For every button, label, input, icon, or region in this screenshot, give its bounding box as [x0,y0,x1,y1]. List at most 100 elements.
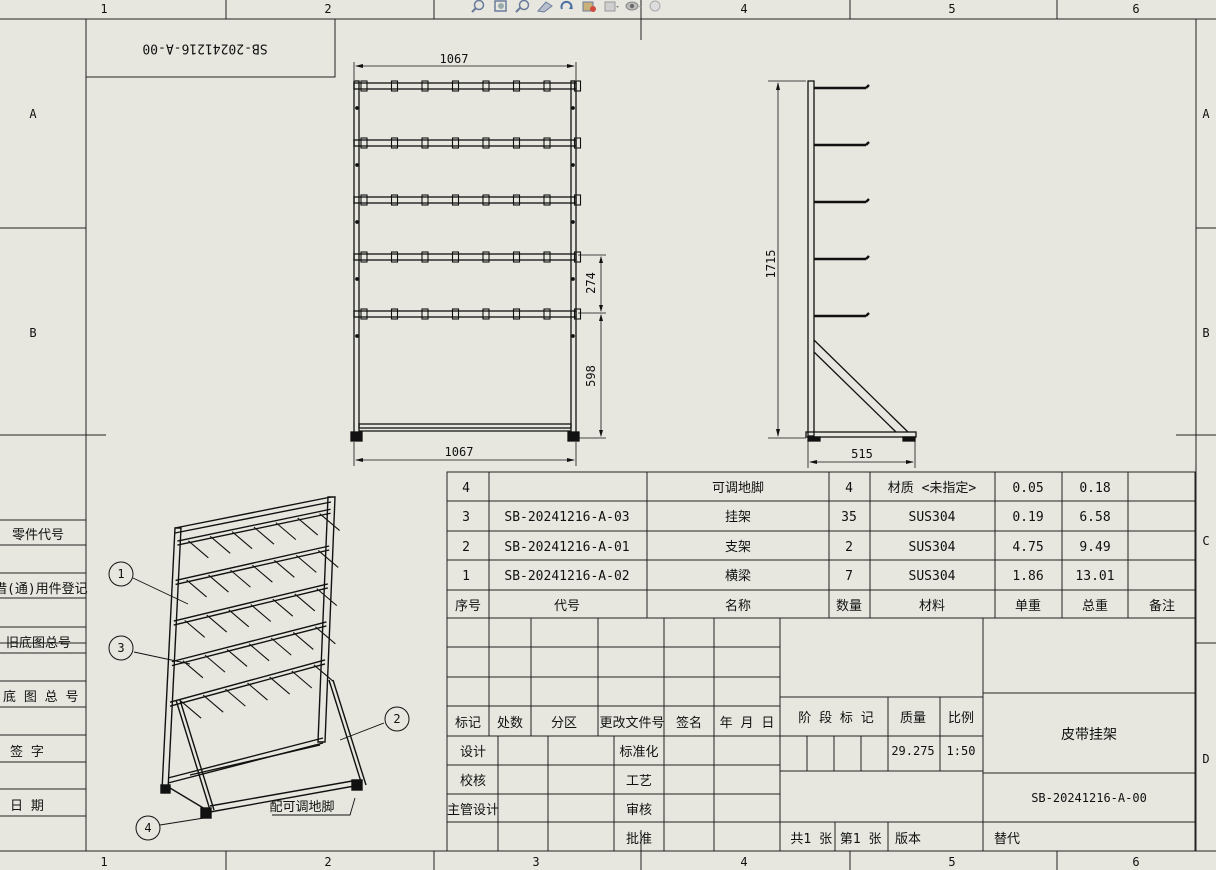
appearance-icon[interactable] [646,0,664,13]
iso-crossbeam [169,659,335,719]
row-label: C [1202,534,1209,548]
label-sign: 签 字 [10,744,44,760]
left-strip [0,519,86,817]
tb-zone: 分区 [551,716,577,731]
section-view-icon[interactable] [536,0,554,13]
balloon-3: 3 [117,641,124,655]
bom-unit-weight: 0.19 [1012,510,1043,525]
column-label: 5 [948,2,955,16]
previous-view-icon[interactable] [514,0,532,13]
tb-review: 审核 [626,803,652,818]
border-zone-labels: 1 2 4 5 6 1 2 3 4 5 6 A B A B C D [29,2,1210,869]
label-part-code: 零件代号 [12,528,64,543]
tb-change-no: 更改文件号 [599,716,664,731]
tb-sheets: 共1 张 第1 张 [790,832,881,847]
tb-version: 版本 [895,832,921,847]
label-base: 底 图 总 号 [3,689,78,705]
column-label: 6 [1132,2,1139,16]
front-view [350,62,606,466]
tb-chief-design: 主管设计 [447,803,499,818]
bom-header-unit-weight: 单重 [1015,598,1041,614]
balloon-4: 4 [144,821,151,835]
tb-mark: 标记 [455,716,481,731]
iso-crossbeam [175,545,339,598]
zoom-area-icon[interactable] [492,0,510,13]
tb-count: 处数 [497,716,523,731]
bom-seq: 3 [462,510,470,525]
bom-header-total-weight: 总重 [1082,598,1108,614]
bom-unit-weight: 0.05 [1012,481,1043,496]
bom-unit-weight: 4.75 [1012,540,1043,555]
row-label: B [29,326,36,340]
mirrored-drawing-number: SB-20241216-A-00 [142,41,267,56]
column-label: 5 [948,855,955,869]
view-toolbar [470,0,664,14]
rotate-icon[interactable] [558,0,576,13]
dim-width-top: 1067 [440,52,469,66]
bom-material: 材质 <未指定> [888,481,977,496]
column-label: 4 [740,2,747,16]
bom-header-qty: 数量 [836,599,862,614]
bom-header-seq: 序号 [455,599,481,614]
tb-stage-mark: 阶 段 标 记 [798,711,873,726]
tb-scale-label: 比例 [948,711,974,726]
front-crossbeam [353,308,582,338]
display-style-icon[interactable] [580,0,598,13]
front-crossbeam [353,251,582,281]
tb-check: 校核 [460,773,486,789]
tb-design: 设计 [460,745,486,760]
balloon-1: 1 [117,567,124,581]
tb-signature: 签名 [676,715,702,731]
bom-material: SUS304 [909,510,956,525]
bom-total-weight: 6.58 [1079,510,1110,525]
tb-date: 年 月 日 [720,716,775,731]
hide-show-icon[interactable] [624,0,642,13]
column-label: 2 [324,855,331,869]
zoom-fit-icon[interactable] [470,0,488,13]
bom-code: SB-20241216-A-03 [504,510,629,525]
column-label: 1 [100,2,107,16]
bom-seq: 2 [462,540,470,555]
drawing-sheet: 1 2 4 5 6 1 2 3 4 5 6 A B A B C D SB-202… [0,0,1216,870]
bom-total-weight: 9.49 [1079,540,1110,555]
tb-approve: 批准 [626,832,652,847]
column-label: 6 [1132,855,1139,869]
dim-height: 1715 [764,250,778,279]
column-label: 4 [740,855,747,869]
bom-unit-weight: 1.86 [1012,569,1043,584]
bom-qty: 4 [845,481,853,496]
tb-scale: 1:50 [947,744,976,758]
tb-process: 工艺 [626,774,652,789]
tb-replace: 替代 [994,832,1020,847]
bom-name: 横梁 [725,569,751,584]
balloon-2: 2 [393,712,400,726]
isometric-view [108,496,410,841]
front-crossbeam [353,80,582,110]
bom-total-weight: 0.18 [1079,481,1110,496]
tb-mass-label: 质量 [900,711,926,726]
tb-drawing-no: SB-20241216-A-00 [1031,791,1147,805]
bom-qty: 2 [845,540,853,555]
bom-material: SUS304 [909,540,956,555]
bom-name: 支架 [725,540,751,555]
tb-mass: 29.275 [891,744,934,758]
bom-code: SB-20241216-A-01 [504,540,629,555]
bom-header-name: 名称 [725,598,751,614]
bom-name: 挂架 [725,510,751,525]
bom-name: 可调地脚 [712,480,764,496]
view-orientation-icon[interactable] [602,0,620,13]
iso-note: 配可调地脚 [269,799,334,815]
column-label: 3 [532,855,539,869]
bom-seq: 1 [462,569,470,584]
row-label: A [1202,107,1210,121]
bom-qty: 7 [845,569,853,584]
bom-total-weight: 13.01 [1075,569,1114,584]
bom-code: SB-20241216-A-02 [504,569,629,584]
bom-seq: 4 [462,481,470,496]
tb-title: 皮带挂架 [1061,727,1117,743]
dim-width-bottom: 1067 [445,445,474,459]
column-label: 2 [324,2,331,16]
bom-header-material: 材料 [919,599,945,614]
row-label: A [29,107,37,121]
dim-274: 274 [584,272,598,294]
